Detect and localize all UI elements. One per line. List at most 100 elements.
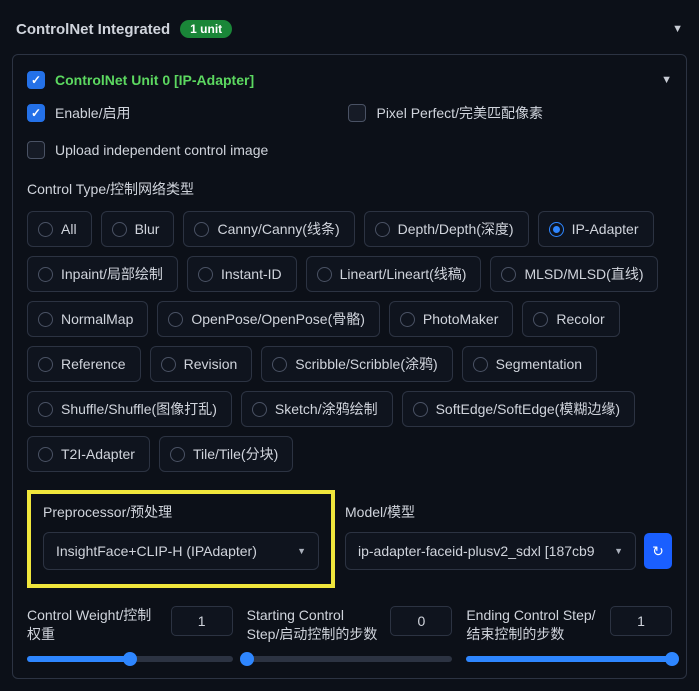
pixel-perfect-label: Pixel Perfect/完美匹配像素	[376, 103, 542, 123]
radio-icon	[194, 222, 209, 237]
model-value: ip-adapter-faceid-plusv2_sdxl [187cb9	[358, 543, 595, 559]
control-type-option-label: Blur	[135, 221, 160, 237]
control-type-option-label: Recolor	[556, 311, 604, 327]
control-type-option-label: MLSD/MLSD(直线)	[524, 264, 643, 284]
control-type-option[interactable]: Depth/Depth(深度)	[364, 211, 529, 247]
control-type-option-label: All	[61, 221, 77, 237]
preprocessor-value: InsightFace+CLIP-H (IPAdapter)	[56, 543, 257, 559]
control-type-option-label: PhotoMaker	[423, 311, 498, 327]
control-weight-label: Control Weight/控制权重	[27, 606, 161, 644]
control-weight-value[interactable]: 1	[171, 606, 233, 636]
control-type-option[interactable]: Segmentation	[462, 346, 597, 382]
control-type-option-label: Tile/Tile(分块)	[193, 444, 278, 464]
radio-icon	[413, 402, 428, 417]
enable-label: Enable/启用	[55, 103, 130, 123]
end-step-label: Ending Control Step/结束控制的步数	[466, 606, 600, 644]
radio-icon	[168, 312, 183, 327]
control-type-option[interactable]: Scribble/Scribble(涂鸦)	[261, 346, 452, 382]
refresh-icon: ↻	[652, 543, 664, 560]
radio-icon	[38, 447, 53, 462]
model-label: Model/模型	[345, 502, 672, 522]
control-type-option[interactable]: T2I-Adapter	[27, 436, 150, 472]
control-type-option-label: Shuffle/Shuffle(图像打乱)	[61, 399, 217, 419]
radio-icon	[170, 447, 185, 462]
upload-image-checkbox[interactable]	[27, 141, 45, 159]
radio-icon	[38, 312, 53, 327]
control-type-option-label: Revision	[184, 356, 238, 372]
radio-icon	[38, 402, 53, 417]
unit-panel: ControlNet Unit 0 [IP-Adapter] ▼ Enable/…	[12, 54, 687, 679]
radio-icon	[317, 267, 332, 282]
start-step-value[interactable]: 0	[390, 606, 452, 636]
radio-icon	[198, 267, 213, 282]
control-type-option-label: Instant-ID	[221, 266, 282, 282]
unit-count-badge: 1 unit	[180, 20, 232, 38]
preprocessor-highlight: Preprocessor/预处理 InsightFace+CLIP-H (IPA…	[27, 490, 335, 588]
radio-icon	[375, 222, 390, 237]
radio-icon	[473, 357, 488, 372]
unit-title: ControlNet Unit 0 [IP-Adapter]	[55, 72, 254, 88]
control-weight-slider[interactable]	[27, 656, 233, 662]
radio-icon	[400, 312, 415, 327]
control-type-option[interactable]: Recolor	[522, 301, 619, 337]
control-type-option-label: Segmentation	[496, 356, 582, 372]
control-type-option[interactable]: Sketch/涂鸦绘制	[241, 391, 393, 427]
radio-icon	[38, 357, 53, 372]
radio-icon	[112, 222, 127, 237]
refresh-button[interactable]: ↻	[644, 533, 672, 569]
radio-icon	[549, 222, 564, 237]
control-type-option-label: Lineart/Lineart(线稿)	[340, 264, 467, 284]
preprocessor-label: Preprocessor/预处理	[43, 502, 319, 522]
radio-icon	[161, 357, 176, 372]
preprocessor-select[interactable]: InsightFace+CLIP-H (IPAdapter) ▼	[43, 532, 319, 570]
control-type-option[interactable]: PhotoMaker	[389, 301, 513, 337]
end-step-value[interactable]: 1	[610, 606, 672, 636]
pixel-perfect-checkbox[interactable]	[348, 104, 366, 122]
enable-checkbox[interactable]	[27, 104, 45, 122]
control-type-group: All Blur Canny/Canny(线条) Depth/Depth(深度) IP-…	[27, 211, 672, 472]
chevron-down-icon: ▼	[297, 546, 306, 556]
control-type-option[interactable]: NormalMap	[27, 301, 148, 337]
control-type-option[interactable]: All	[27, 211, 92, 247]
unit-enable-checkbox[interactable]	[27, 71, 45, 89]
control-type-option[interactable]: Inpaint/局部绘制	[27, 256, 178, 292]
control-type-option[interactable]: Reference	[27, 346, 141, 382]
radio-icon	[272, 357, 287, 372]
start-step-slider[interactable]	[247, 656, 453, 662]
model-select[interactable]: ip-adapter-faceid-plusv2_sdxl [187cb9 ▼	[345, 532, 636, 570]
radio-icon	[533, 312, 548, 327]
start-step-label: Starting Control Step/启动控制的步数	[247, 606, 381, 644]
control-type-option-label: Canny/Canny(线条)	[217, 219, 339, 239]
collapse-icon[interactable]: ▼	[672, 23, 683, 35]
chevron-down-icon: ▼	[614, 546, 623, 556]
control-type-option[interactable]: SoftEdge/SoftEdge(模糊边缘)	[402, 391, 635, 427]
panel-title: ControlNet Integrated	[16, 21, 170, 38]
control-type-option-label: NormalMap	[61, 311, 133, 327]
control-type-option-label: Reference	[61, 356, 126, 372]
control-type-option-label: Depth/Depth(深度)	[398, 219, 514, 239]
control-type-option[interactable]: Tile/Tile(分块)	[159, 436, 293, 472]
control-type-option[interactable]: Revision	[150, 346, 253, 382]
upload-image-label: Upload independent control image	[55, 142, 268, 158]
control-type-option-label: IP-Adapter	[572, 221, 639, 237]
control-type-label: Control Type/控制网络类型	[27, 179, 672, 199]
control-type-option[interactable]: Lineart/Lineart(线稿)	[306, 256, 482, 292]
control-type-option-label: T2I-Adapter	[61, 446, 135, 462]
control-type-option[interactable]: Shuffle/Shuffle(图像打乱)	[27, 391, 232, 427]
control-type-option[interactable]: Blur	[101, 211, 175, 247]
control-type-option-label: SoftEdge/SoftEdge(模糊边缘)	[436, 399, 620, 419]
control-type-option-label: Sketch/涂鸦绘制	[275, 399, 378, 419]
end-step-slider[interactable]	[466, 656, 672, 662]
unit-collapse-icon[interactable]: ▼	[661, 74, 672, 86]
radio-icon	[252, 402, 267, 417]
control-type-option-label: Scribble/Scribble(涂鸦)	[295, 354, 437, 374]
control-type-option[interactable]: Canny/Canny(线条)	[183, 211, 354, 247]
radio-icon	[501, 267, 516, 282]
radio-icon	[38, 267, 53, 282]
control-type-option-label: OpenPose/OpenPose(骨骼)	[191, 309, 365, 329]
control-type-option[interactable]: IP-Adapter	[538, 211, 654, 247]
control-type-option[interactable]: OpenPose/OpenPose(骨骼)	[157, 301, 380, 337]
control-type-option[interactable]: MLSD/MLSD(直线)	[490, 256, 658, 292]
control-type-option[interactable]: Instant-ID	[187, 256, 297, 292]
radio-icon	[38, 222, 53, 237]
